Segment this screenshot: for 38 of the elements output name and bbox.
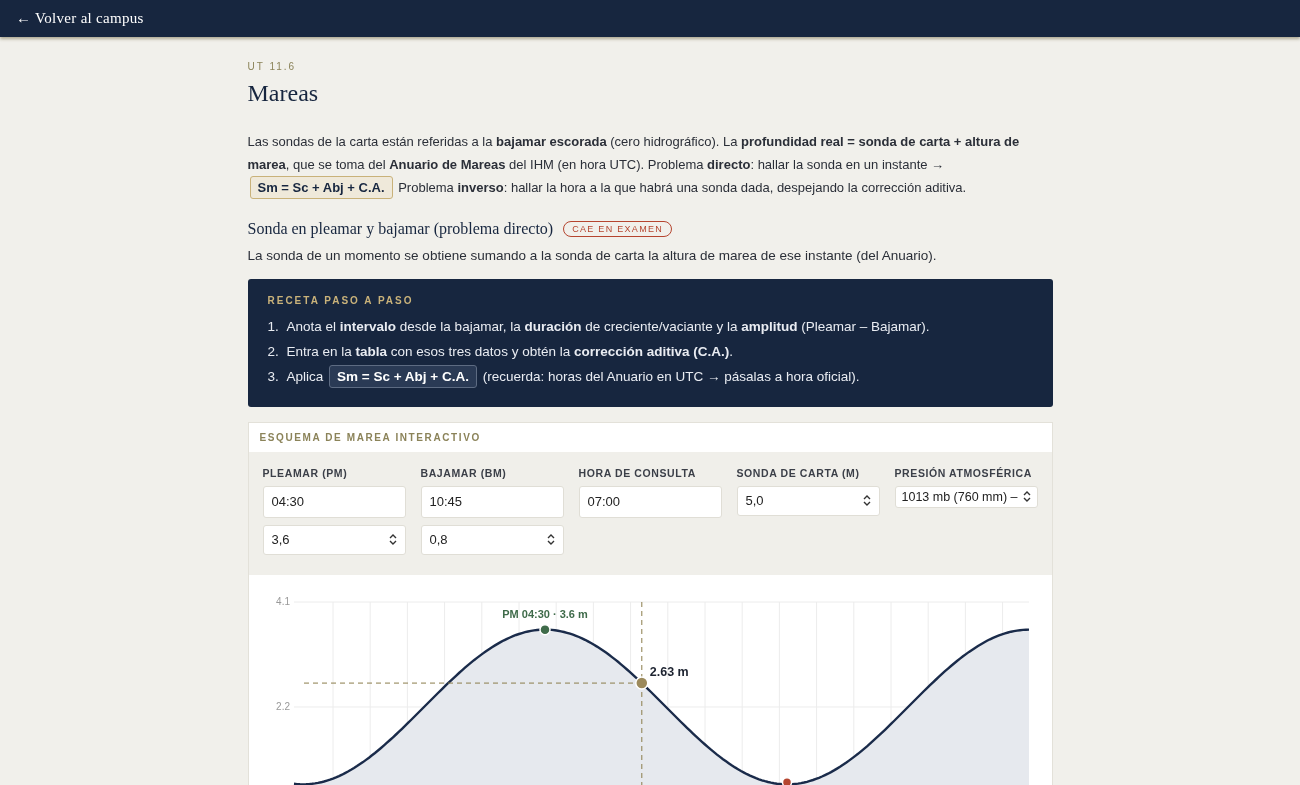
number-field[interactable]: 0,8 [420,524,564,555]
time-field[interactable]: 07:00 [578,485,722,518]
step-number: 3. [267,367,280,386]
spinner-icon [546,533,555,546]
step-text: Entra en la tabla con esos tres datos y obtén la corrección aditiva (C.A.). [286,343,733,359]
section-text: La sonda de un momento se obtiene sumando a la sonda de carta la altura de marea de ese instante (del Anuario). [247,246,938,265]
pressure-select[interactable]: 1013 mb (760 mm) – [894,485,1038,508]
number-field[interactable]: 3,6 [262,524,406,555]
time-field[interactable]: 10:45 [420,485,564,518]
axis-label: 2.2 [275,700,290,712]
number-field[interactable]: 5,0 [736,485,880,516]
step-number: 2. [267,342,280,361]
spinner-icon [1022,490,1031,503]
step-text: (recuerda: horas del Anuario en UTC → pásalas a hora oficial). [482,368,860,384]
field-label: HORA DE CONSULTA [578,466,697,479]
high-tide-marker [538,623,551,635]
field-label: PLEAMAR (PM) [262,466,349,479]
formula-chip: Sm = Sc + Abj + C.A. [249,176,393,199]
field-label: SONDA DE CARTA (M) [736,466,861,479]
field-label: PRESIÓN ATMOSFÉRICA [894,466,1033,479]
section-title: Sonda en pleamar y bajamar (problema directo) [247,219,554,238]
height-reading: 2.63 m [649,664,689,679]
lesson-code: UT 11.6 [247,61,298,72]
axis-label: 4.1 [275,595,290,607]
time-field[interactable]: 04:30 [262,485,406,518]
back-link[interactable]: ← Volver al campus [16,10,144,27]
paragraph-text: Problema inverso: hallar la hora a la que habrá una sonda dada, despejando la corrección aditiva. [398,180,967,195]
panel-title: ESQUEMA DE MAREA INTERACTIVO [248,422,1052,452]
step-text: Aplica [286,368,324,384]
lesson-title: Mareas [247,80,320,107]
step-text: Anota el intervalo desde la bajamar, la duración de creciente/vaciante y la amplitud (Pleamar – Bajamar). [286,318,930,334]
spinner-icon [388,533,397,546]
step-number: 1. [267,317,280,336]
field-label: BAJAMAR (BM) [420,466,508,479]
spinner-icon [862,494,871,507]
formula-chip: Sm = Sc + Abj + C.A. [329,364,477,388]
high-tide-label: PM 04:30 · 3.6 m [501,607,588,620]
recipe-title: RECETA PASO A PASO [267,294,415,306]
